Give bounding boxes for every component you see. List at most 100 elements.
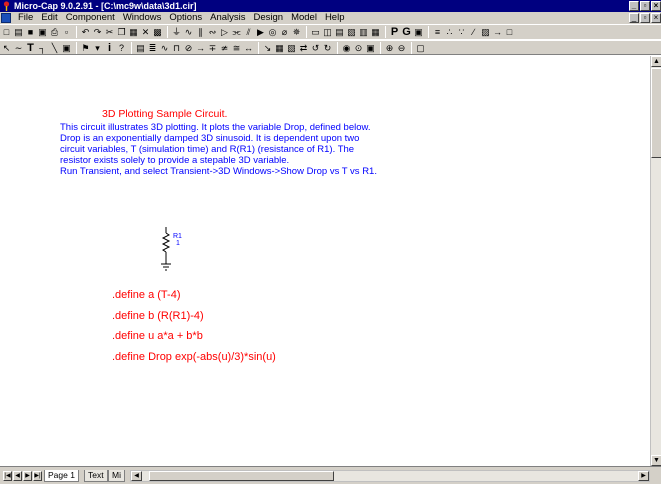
wire-icon[interactable]: ┐ bbox=[37, 42, 48, 54]
delete-icon[interactable]: ✕ bbox=[140, 26, 151, 38]
ac-icon[interactable]: ≅ bbox=[231, 42, 242, 54]
undo-icon[interactable]: ↶ bbox=[80, 26, 91, 38]
plus-icon[interactable]: ∓ bbox=[207, 42, 218, 54]
previous-page-button[interactable]: ◀ bbox=[13, 471, 22, 481]
horizontal-scrollbar[interactable]: ◀ ▶ bbox=[130, 470, 650, 482]
diode-icon[interactable]: ▷ bbox=[219, 26, 230, 38]
calculator-icon[interactable]: ▦ bbox=[370, 26, 381, 38]
cascade-icon[interactable]: ▤ bbox=[334, 26, 345, 38]
border-icon[interactable]: ▣ bbox=[413, 26, 424, 38]
opamp-icon[interactable]: ▶ bbox=[255, 26, 266, 38]
component-browser-icon[interactable]: ▧ bbox=[346, 26, 357, 38]
vertical-scrollbar[interactable]: ▲ ▼ bbox=[650, 56, 661, 466]
text-mode-icon[interactable]: T bbox=[25, 42, 36, 54]
define-drop[interactable]: .define Drop exp(-abs(u)/3)*sin(u) bbox=[112, 347, 276, 368]
mirror-icon[interactable]: ▦ bbox=[274, 42, 285, 54]
goal-icon[interactable]: → bbox=[195, 42, 206, 54]
menu-analysis[interactable]: Analysis bbox=[206, 12, 249, 24]
menu-help[interactable]: Help bbox=[321, 12, 349, 24]
minimize-button[interactable]: _ bbox=[629, 1, 639, 11]
info-mode-icon[interactable]: ▣ bbox=[61, 42, 72, 54]
tab-models[interactable]: Mi bbox=[108, 470, 125, 482]
copy-icon[interactable]: ❐ bbox=[116, 26, 127, 38]
document-restore-button[interactable]: ▫ bbox=[640, 13, 650, 23]
resistor-icon[interactable]: ∿ bbox=[183, 26, 194, 38]
scroll-up-arrow-icon[interactable]: ▲ bbox=[651, 56, 661, 67]
cut-icon[interactable]: ✂ bbox=[104, 26, 115, 38]
document-close-button[interactable]: × bbox=[651, 13, 661, 23]
inductor-icon[interactable]: ∾ bbox=[207, 26, 218, 38]
close-button[interactable]: × bbox=[651, 1, 661, 11]
select-all-icon[interactable]: ▩ bbox=[152, 26, 163, 38]
grid-text-icon[interactable]: ▨ bbox=[480, 26, 491, 38]
property-icon[interactable]: ▣ bbox=[365, 42, 376, 54]
redo-icon[interactable]: ↷ bbox=[92, 26, 103, 38]
ground-icon[interactable]: ⏚ bbox=[171, 26, 182, 38]
menu-model[interactable]: Model bbox=[287, 12, 321, 24]
attribute-icon[interactable]: ≡ bbox=[432, 26, 443, 38]
menu-component[interactable]: Component bbox=[62, 12, 119, 24]
window-icon[interactable]: ▭ bbox=[310, 26, 321, 38]
menu-windows[interactable]: Windows bbox=[119, 12, 166, 24]
pin-icon[interactable]: P bbox=[389, 26, 400, 38]
step-icon[interactable]: ▤ bbox=[135, 42, 146, 54]
source-icon[interactable]: ◎ bbox=[267, 26, 278, 38]
select-mode-icon[interactable]: ↖ bbox=[1, 42, 12, 54]
maximize-button[interactable]: ▫ bbox=[640, 1, 650, 11]
battery-icon[interactable]: ⫘ bbox=[231, 26, 242, 38]
first-page-button[interactable]: |◀ bbox=[3, 471, 12, 481]
document-minimize-button[interactable]: _ bbox=[629, 13, 639, 23]
camera-icon[interactable]: ▢ bbox=[415, 42, 426, 54]
scroll-down-arrow-icon[interactable]: ▼ bbox=[651, 455, 661, 466]
wire-mode-icon[interactable]: ∼ bbox=[13, 42, 24, 54]
rotate-icon[interactable]: ↘ bbox=[262, 42, 273, 54]
probe-icon[interactable]: ⊘ bbox=[183, 42, 194, 54]
flag-icon[interactable]: ⚑ bbox=[80, 42, 91, 54]
undo-flip-icon[interactable]: ⇄ bbox=[298, 42, 309, 54]
save-all-icon[interactable]: ▣ bbox=[37, 26, 48, 38]
save-icon[interactable]: ■ bbox=[25, 26, 36, 38]
resistor-r1[interactable] bbox=[152, 227, 192, 273]
tab-page-1[interactable]: Page 1 bbox=[44, 470, 79, 482]
print-icon[interactable]: ⎙ bbox=[49, 26, 60, 38]
diagonal-wire-icon[interactable]: ╲ bbox=[49, 42, 60, 54]
power-icon[interactable]: □ bbox=[504, 26, 515, 38]
define-b[interactable]: .define b (R(R1)-4) bbox=[112, 306, 276, 327]
pin-marker-icon[interactable]: ∕ bbox=[468, 26, 479, 38]
point-to-point-icon[interactable]: ▾ bbox=[92, 42, 103, 54]
current-icon[interactable]: → bbox=[492, 26, 503, 38]
open-icon[interactable]: ▤ bbox=[13, 26, 24, 38]
menu-options[interactable]: Options bbox=[165, 12, 206, 24]
capacitor-icon[interactable]: ∥ bbox=[195, 26, 206, 38]
find-icon[interactable]: ◉ bbox=[341, 42, 352, 54]
scroll-left-arrow-icon[interactable]: ◀ bbox=[131, 471, 142, 481]
print-preview-icon[interactable]: ▫ bbox=[61, 26, 72, 38]
text-window-icon[interactable]: ▥ bbox=[358, 26, 369, 38]
switch-icon[interactable]: ⌀ bbox=[279, 26, 290, 38]
vertical-scroll-thumb[interactable] bbox=[651, 68, 661, 158]
npn-icon[interactable]: ⫽ bbox=[243, 26, 254, 38]
tab-text[interactable]: Text bbox=[84, 470, 108, 482]
last-page-button[interactable]: ▶| bbox=[33, 471, 42, 481]
define-u[interactable]: .define u a*a + b*b bbox=[112, 326, 276, 347]
menu-edit[interactable]: Edit bbox=[37, 12, 61, 24]
micro-cap-app-icon[interactable] bbox=[2, 1, 11, 11]
next-page-button[interactable]: ▶ bbox=[23, 471, 32, 481]
zoom-out-icon[interactable]: ⊖ bbox=[396, 42, 407, 54]
define-a[interactable]: .define a (T-4) bbox=[112, 285, 276, 306]
node-numbers-icon[interactable]: ∴ bbox=[444, 26, 455, 38]
paste-icon[interactable]: ▦ bbox=[128, 26, 139, 38]
binoculars-icon[interactable]: ⊙ bbox=[353, 42, 364, 54]
rotate-left-icon[interactable]: ↺ bbox=[310, 42, 321, 54]
flip-icon[interactable]: ▧ bbox=[286, 42, 297, 54]
schematic-canvas[interactable]: 3D Plotting Sample Circuit. This circuit… bbox=[0, 56, 650, 466]
menu-design[interactable]: Design bbox=[249, 12, 287, 24]
info-icon[interactable]: i bbox=[104, 42, 115, 54]
zoom-in-icon[interactable]: ⊕ bbox=[384, 42, 395, 54]
grid-icon[interactable]: G bbox=[401, 26, 412, 38]
rotate-right-icon[interactable]: ↻ bbox=[322, 42, 333, 54]
help-icon[interactable]: ? bbox=[116, 42, 127, 54]
dc-icon[interactable]: ↔ bbox=[243, 42, 254, 54]
node-voltage-icon[interactable]: ∵ bbox=[456, 26, 467, 38]
tran-icon[interactable]: ≄ bbox=[219, 42, 230, 54]
